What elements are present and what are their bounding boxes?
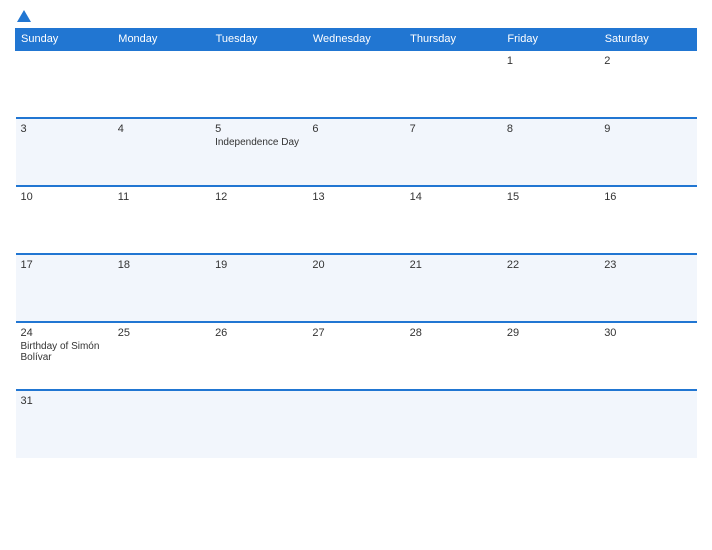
day-number: 4 bbox=[118, 123, 205, 135]
calendar-table: SundayMondayTuesdayWednesdayThursdayFrid… bbox=[15, 28, 697, 458]
calendar-day-cell bbox=[113, 50, 210, 118]
day-number: 5 bbox=[215, 123, 302, 135]
calendar-day-cell: 12 bbox=[210, 186, 307, 254]
calendar-day-cell: 20 bbox=[307, 254, 404, 322]
calendar-day-cell: 26 bbox=[210, 322, 307, 390]
calendar-day-cell: 29 bbox=[502, 322, 599, 390]
day-number: 25 bbox=[118, 327, 205, 339]
logo-triangle-icon bbox=[17, 10, 31, 22]
calendar-day-cell: 21 bbox=[405, 254, 502, 322]
calendar-week-row: 12 bbox=[16, 50, 697, 118]
day-number: 13 bbox=[312, 191, 399, 203]
day-of-week-header: Sunday bbox=[16, 29, 113, 51]
logo bbox=[15, 10, 31, 22]
calendar-day-cell: 28 bbox=[405, 322, 502, 390]
calendar-day-cell: 16 bbox=[599, 186, 696, 254]
day-number: 28 bbox=[410, 327, 497, 339]
day-of-week-header: Friday bbox=[502, 29, 599, 51]
day-number: 10 bbox=[21, 191, 108, 203]
calendar-day-cell: 1 bbox=[502, 50, 599, 118]
calendar-day-cell: 15 bbox=[502, 186, 599, 254]
calendar-day-cell: 3 bbox=[16, 118, 113, 186]
day-number: 17 bbox=[21, 259, 108, 271]
calendar-day-cell: 27 bbox=[307, 322, 404, 390]
calendar-day-cell: 6 bbox=[307, 118, 404, 186]
calendar-day-cell: 30 bbox=[599, 322, 696, 390]
day-of-week-header: Wednesday bbox=[307, 29, 404, 51]
day-number: 30 bbox=[604, 327, 691, 339]
day-number: 11 bbox=[118, 191, 205, 203]
day-number: 19 bbox=[215, 259, 302, 271]
calendar-day-cell bbox=[307, 50, 404, 118]
day-number: 15 bbox=[507, 191, 594, 203]
calendar-week-row: 17 18 19 20 21 22 23 bbox=[16, 254, 697, 322]
calendar-day-cell bbox=[16, 50, 113, 118]
day-number: 18 bbox=[118, 259, 205, 271]
calendar-day-cell bbox=[599, 390, 696, 458]
day-number: 3 bbox=[21, 123, 108, 135]
day-number: 22 bbox=[507, 259, 594, 271]
calendar-day-cell: 13 bbox=[307, 186, 404, 254]
calendar-week-row: 24 Birthday of Simón Bolívar 25 26 27 28 29 30 bbox=[16, 322, 697, 390]
day-number: 12 bbox=[215, 191, 302, 203]
page-header bbox=[15, 10, 697, 22]
calendar-day-cell: 7 bbox=[405, 118, 502, 186]
day-number: 23 bbox=[604, 259, 691, 271]
calendar-day-cell: 10 bbox=[16, 186, 113, 254]
day-of-week-header: Monday bbox=[113, 29, 210, 51]
calendar-header-row: SundayMondayTuesdayWednesdayThursdayFrid… bbox=[16, 29, 697, 51]
day-number: 21 bbox=[410, 259, 497, 271]
day-number: 16 bbox=[604, 191, 691, 203]
calendar-day-cell bbox=[210, 50, 307, 118]
calendar-day-cell: 4 bbox=[113, 118, 210, 186]
day-number: 1 bbox=[507, 55, 594, 67]
day-number: 8 bbox=[507, 123, 594, 135]
calendar-day-cell: 22 bbox=[502, 254, 599, 322]
calendar-day-cell: 25 bbox=[113, 322, 210, 390]
calendar-day-cell bbox=[210, 390, 307, 458]
calendar-day-cell: 11 bbox=[113, 186, 210, 254]
calendar-week-row: 31 bbox=[16, 390, 697, 458]
calendar-page: SundayMondayTuesdayWednesdayThursdayFrid… bbox=[0, 0, 712, 550]
day-number: 2 bbox=[604, 55, 691, 67]
calendar-day-cell: 9 bbox=[599, 118, 696, 186]
day-number: 9 bbox=[604, 123, 691, 135]
day-event-label: Independence Day bbox=[215, 137, 302, 148]
calendar-day-cell: 2 bbox=[599, 50, 696, 118]
day-number: 27 bbox=[312, 327, 399, 339]
calendar-day-cell bbox=[405, 390, 502, 458]
calendar-day-cell bbox=[405, 50, 502, 118]
day-number: 24 bbox=[21, 327, 108, 339]
calendar-day-cell bbox=[307, 390, 404, 458]
calendar-week-row: 345 Independence Day 6789 bbox=[16, 118, 697, 186]
day-number: 14 bbox=[410, 191, 497, 203]
day-number: 7 bbox=[410, 123, 497, 135]
calendar-day-cell: 17 bbox=[16, 254, 113, 322]
day-number: 6 bbox=[312, 123, 399, 135]
calendar-day-cell: 19 bbox=[210, 254, 307, 322]
calendar-week-row: 10 11 12 13 14 15 16 bbox=[16, 186, 697, 254]
day-of-week-header: Thursday bbox=[405, 29, 502, 51]
calendar-day-cell: 14 bbox=[405, 186, 502, 254]
day-number: 26 bbox=[215, 327, 302, 339]
calendar-day-cell: 8 bbox=[502, 118, 599, 186]
day-number: 31 bbox=[21, 395, 108, 407]
calendar-day-cell: 31 bbox=[16, 390, 113, 458]
day-of-week-header: Saturday bbox=[599, 29, 696, 51]
day-number: 29 bbox=[507, 327, 594, 339]
calendar-day-cell bbox=[502, 390, 599, 458]
calendar-day-cell: 24 Birthday of Simón Bolívar bbox=[16, 322, 113, 390]
calendar-day-cell: 18 bbox=[113, 254, 210, 322]
day-event-label: Birthday of Simón Bolívar bbox=[21, 341, 108, 363]
calendar-day-cell: 5 Independence Day bbox=[210, 118, 307, 186]
calendar-day-cell bbox=[113, 390, 210, 458]
day-of-week-header: Tuesday bbox=[210, 29, 307, 51]
day-number: 20 bbox=[312, 259, 399, 271]
calendar-day-cell: 23 bbox=[599, 254, 696, 322]
